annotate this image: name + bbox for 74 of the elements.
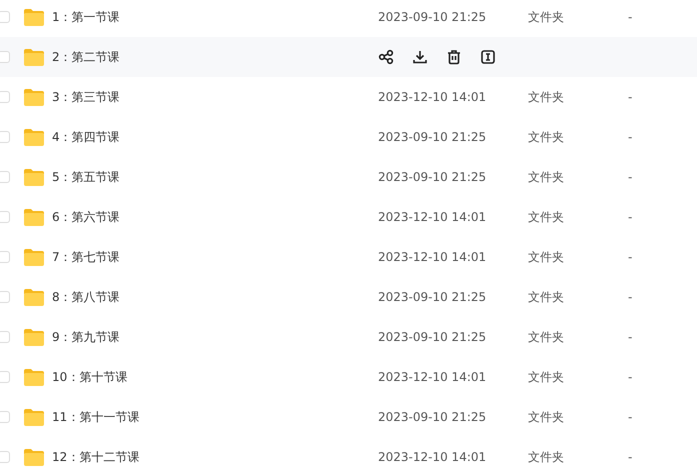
modified-date: 2023-09-10 21:25 <box>378 290 488 304</box>
checkbox[interactable] <box>0 171 10 183</box>
highlighted-row[interactable]: 2：第二节课 <box>0 37 697 77</box>
modified-date: 2023-12-10 14:01 <box>378 250 488 264</box>
checkbox[interactable] <box>0 451 10 463</box>
file-type: 文件夹 <box>528 168 565 186</box>
file-size: - <box>628 250 632 264</box>
file-size: - <box>628 450 632 464</box>
file-type: 文件夹 <box>528 408 565 426</box>
folder-name[interactable]: 7：第七节课 <box>52 248 378 266</box>
folder-icon <box>23 88 45 106</box>
checkbox[interactable] <box>0 371 10 383</box>
folder-name[interactable]: 4：第四节课 <box>52 128 378 146</box>
file-size: - <box>628 170 632 184</box>
file-size: - <box>628 290 632 304</box>
modified-date: 2023-12-10 14:01 <box>378 90 488 104</box>
file-size: - <box>628 410 632 424</box>
checkbox[interactable] <box>0 211 10 223</box>
folder-icon <box>23 8 45 26</box>
modified-date: 2023-12-10 14:01 <box>378 450 488 464</box>
checkbox[interactable] <box>0 11 10 23</box>
modified-date: 2023-12-10 14:01 <box>378 370 488 384</box>
file-type: 文件夹 <box>528 448 565 466</box>
folder-icon <box>23 408 45 426</box>
file-type: 文件夹 <box>528 88 565 106</box>
folder-name[interactable]: 9：第九节课 <box>52 328 378 346</box>
folder-name[interactable]: 8：第八节课 <box>52 288 378 306</box>
checkbox[interactable] <box>0 131 10 143</box>
file-type: 文件夹 <box>528 208 565 226</box>
file-size: - <box>628 130 632 144</box>
modified-date: 2023-09-10 21:25 <box>378 130 488 144</box>
folder-icon <box>23 368 45 386</box>
folder-icon <box>23 168 45 186</box>
file-size: - <box>628 370 632 384</box>
share-icon[interactable] <box>378 49 394 65</box>
folder-name[interactable]: 2：第二节课 <box>52 48 378 66</box>
folder-icon <box>23 208 45 226</box>
file-size: - <box>628 90 632 104</box>
folder-icon <box>23 448 45 466</box>
modified-date: 2023-09-10 21:25 <box>378 330 488 344</box>
folder-name[interactable]: 5：第五节课 <box>52 168 378 186</box>
modified-date: 2023-09-10 21:25 <box>378 170 488 184</box>
folder-icon <box>23 128 45 146</box>
checkbox[interactable] <box>0 251 10 263</box>
folder-icon <box>23 48 45 66</box>
file-type: 文件夹 <box>528 368 565 386</box>
file-size: - <box>628 10 632 24</box>
checkbox[interactable] <box>0 331 10 343</box>
folder-name[interactable]: 12：第十二节课 <box>52 448 378 466</box>
folder-icon <box>23 328 45 346</box>
file-type: 文件夹 <box>528 8 565 26</box>
folder-icon <box>23 288 45 306</box>
file-type: 文件夹 <box>528 248 565 266</box>
file-type: 文件夹 <box>528 288 565 306</box>
modified-date: 2023-09-10 21:25 <box>378 410 488 424</box>
checkbox[interactable] <box>0 411 10 423</box>
folder-name[interactable]: 10：第十节课 <box>52 368 378 386</box>
file-type: 文件夹 <box>528 328 565 346</box>
file-type: 文件夹 <box>528 128 565 146</box>
file-size: - <box>628 210 632 224</box>
delete-icon[interactable] <box>446 49 462 65</box>
checkbox[interactable] <box>0 51 10 63</box>
folder-name[interactable]: 6：第六节课 <box>52 208 378 226</box>
file-size: - <box>628 330 632 344</box>
download-icon[interactable] <box>412 49 428 65</box>
rename-icon[interactable] <box>480 49 496 65</box>
folder-name[interactable]: 11：第十一节课 <box>52 408 378 426</box>
checkbox[interactable] <box>0 291 10 303</box>
folder-name[interactable]: 3：第三节课 <box>52 88 378 106</box>
folder-name[interactable]: 1：第一节课 <box>52 8 378 26</box>
checkbox[interactable] <box>0 91 10 103</box>
modified-date: 2023-09-10 21:25 <box>378 10 488 24</box>
folder-icon <box>23 248 45 266</box>
modified-date: 2023-12-10 14:01 <box>378 210 488 224</box>
